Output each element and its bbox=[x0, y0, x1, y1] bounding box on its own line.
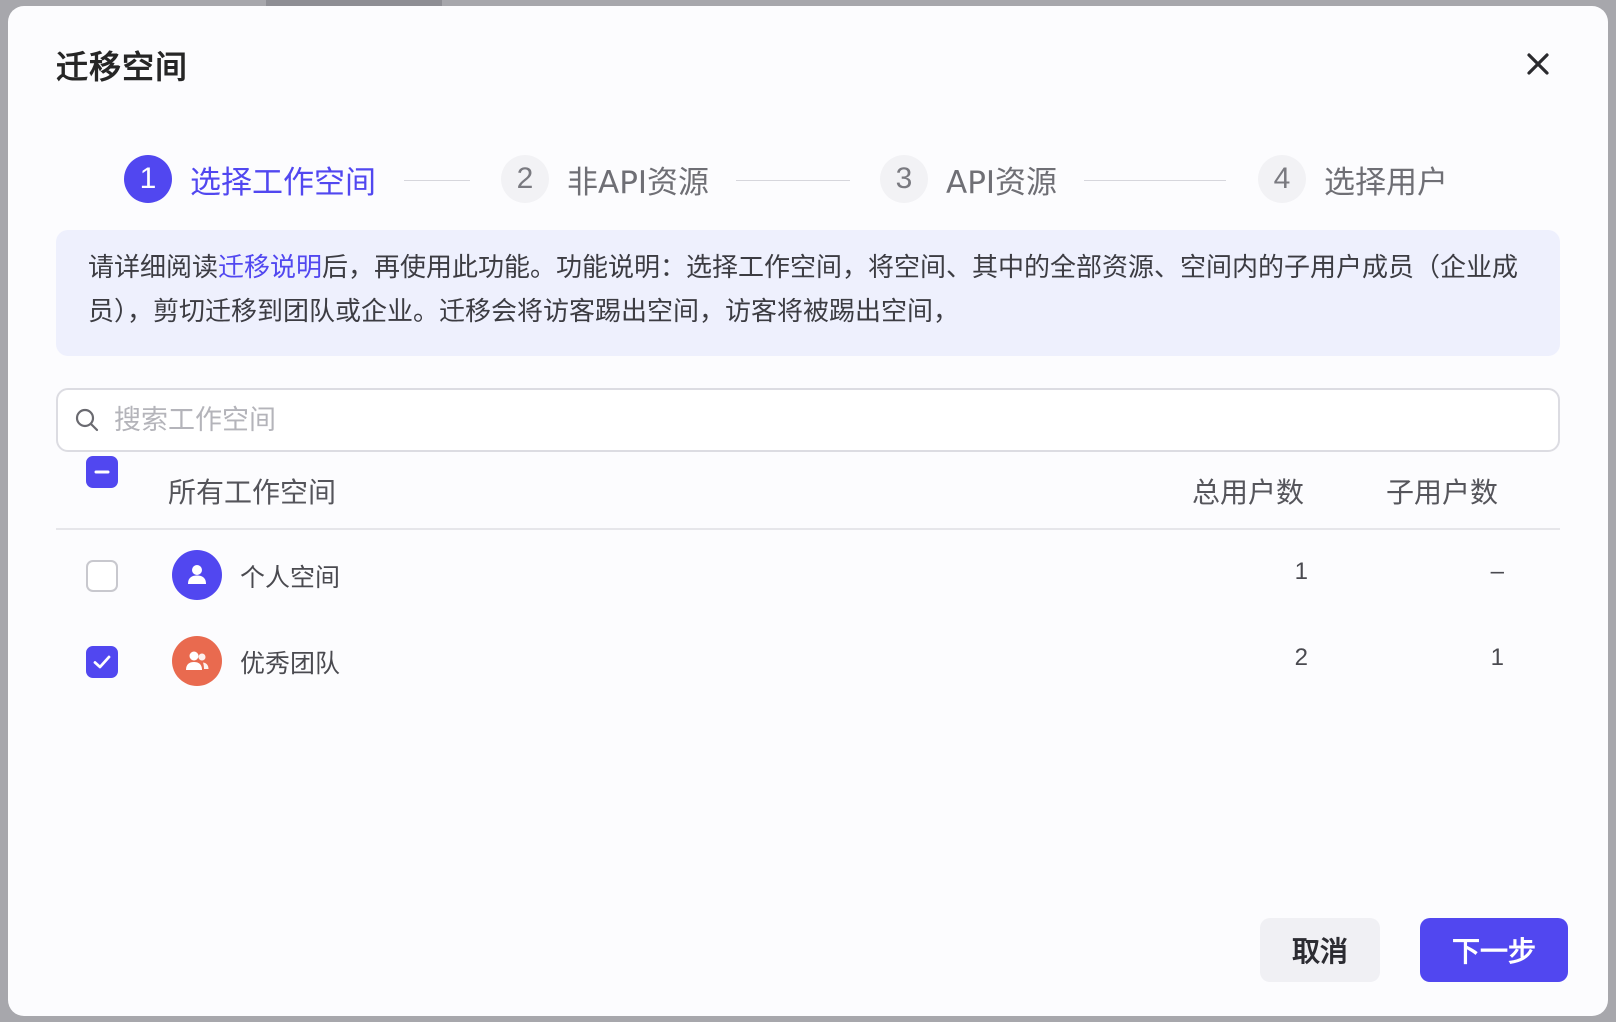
column-header-sub-users: 子用户数 bbox=[1386, 476, 1499, 509]
table-row[interactable]: 优秀团队 2 1 bbox=[56, 616, 1560, 704]
total-users-value: 1 bbox=[1294, 558, 1308, 585]
step-number: 3 bbox=[880, 155, 928, 203]
workspace-name: 个人空间 bbox=[240, 563, 341, 592]
select-all-checkbox[interactable] bbox=[86, 456, 118, 488]
user-icon bbox=[188, 565, 206, 584]
step-connector bbox=[1084, 180, 1226, 181]
next-step-button[interactable]: 下一步 bbox=[1420, 918, 1568, 982]
table-row[interactable]: 个人空间 1 – bbox=[56, 530, 1560, 618]
step-number: 4 bbox=[1258, 155, 1306, 203]
step-label: API资源 bbox=[946, 164, 1058, 201]
sub-users-value: – bbox=[1490, 558, 1504, 585]
step-number: 2 bbox=[501, 155, 549, 203]
minus-icon bbox=[94, 470, 110, 474]
step-non-api-resources: 2 非API资源 bbox=[501, 154, 709, 204]
step-connector bbox=[736, 180, 850, 181]
close-button[interactable] bbox=[1520, 46, 1556, 82]
workspace-avatar bbox=[172, 550, 222, 600]
workspace-avatar bbox=[172, 636, 222, 686]
checkmark-icon bbox=[93, 655, 111, 669]
close-icon bbox=[1527, 53, 1549, 75]
column-header-total-users: 总用户数 bbox=[1192, 476, 1305, 509]
search-input[interactable] bbox=[114, 404, 1514, 436]
row-checkbox[interactable] bbox=[86, 560, 118, 592]
total-users-value: 2 bbox=[1294, 644, 1308, 671]
step-connector bbox=[404, 180, 470, 181]
step-label: 选择工作空间 bbox=[190, 164, 376, 201]
search-icon bbox=[75, 408, 99, 432]
workspace-name: 优秀团队 bbox=[240, 649, 341, 678]
step-number: 1 bbox=[124, 155, 172, 203]
dialog-title: 迁移空间 bbox=[56, 48, 189, 86]
info-notice: 请详细阅读迁移说明后，再使用此功能。功能说明：选择工作空间，将空间、其中的全部资… bbox=[56, 230, 1560, 356]
cancel-button[interactable]: 取消 bbox=[1260, 918, 1380, 982]
team-icon bbox=[186, 651, 209, 670]
search-box bbox=[56, 388, 1560, 452]
sub-users-value: 1 bbox=[1490, 644, 1504, 671]
row-checkbox[interactable] bbox=[86, 646, 118, 678]
step-select-workspace: 1 选择工作空间 bbox=[124, 154, 376, 204]
step-api-resources: 3 API资源 bbox=[880, 154, 1057, 204]
column-header-workspace: 所有工作空间 bbox=[168, 476, 337, 509]
migration-guide-link[interactable]: 迁移说明 bbox=[218, 253, 322, 283]
step-label: 选择用户 bbox=[1324, 164, 1448, 201]
step-select-users: 4 选择用户 bbox=[1258, 154, 1448, 204]
step-label: 非API资源 bbox=[567, 164, 710, 201]
notice-text-prefix: 请详细阅读 bbox=[88, 253, 219, 283]
migrate-space-dialog: 迁移空间 1 选择工作空间 2 非API资源 3 API资源 4 选择用户 请详… bbox=[8, 6, 1608, 1016]
